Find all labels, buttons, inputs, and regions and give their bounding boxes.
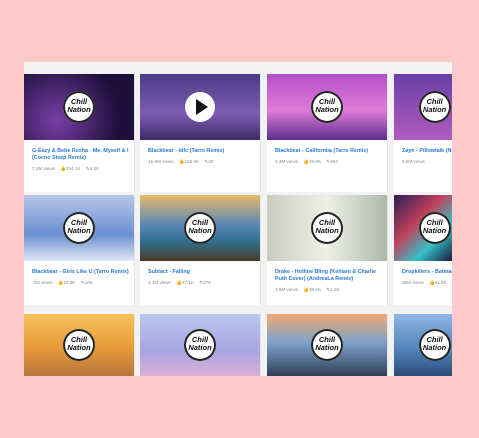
video-stats: 3.3M views 👍25.6K ✎364 xyxy=(275,159,383,165)
chill-nation-logo-icon: Chill Nation xyxy=(63,329,95,361)
chill-nation-logo-icon: Chill Nation xyxy=(63,212,95,244)
chill-nation-logo-icon: Chill Nation xyxy=(63,91,95,123)
video-grid-screen: Chill Nation G-Eazy & Bebe Rexha - Me, My… xyxy=(24,62,452,376)
view-count: 15.6M views xyxy=(148,159,174,164)
video-card[interactable]: Chill Nation Subtact - Falling 3.1M views… xyxy=(140,195,261,305)
video-card[interactable]: Chill Nation Drake - Hotline Bling (Kehla… xyxy=(267,195,388,305)
chill-nation-logo-icon: Chill Nation xyxy=(184,212,216,244)
like-count: 19.9K xyxy=(63,280,76,285)
video-title[interactable]: Drake - Hotline Bling (Kehlani & Charlie… xyxy=(275,269,383,282)
comment-count: 378 xyxy=(203,280,211,285)
video-thumbnail[interactable]: Chill Nation xyxy=(394,314,452,376)
chill-nation-logo-icon: Chill Nation xyxy=(311,91,343,123)
comment-count: 165 xyxy=(84,280,93,285)
video-card[interactable]: Chill Nation xyxy=(267,314,388,376)
video-title[interactable]: Dropkillers - Batman xyxy=(402,269,452,276)
chill-nation-logo-icon: Chill Nation xyxy=(311,329,343,361)
view-count: 6.5M views xyxy=(402,159,425,164)
comment-count: 364 xyxy=(330,159,338,164)
like-count: 254.1K xyxy=(66,166,81,171)
chill-nation-logo-icon: Chill Nation xyxy=(418,91,451,123)
chill-nation-logo-icon: Chill Nation xyxy=(418,329,451,361)
video-stats: .3M views 👍19.9K ✎165 xyxy=(32,280,130,286)
video-card[interactable]: Chill Nation Blackbear - Girls Like U (Ta… xyxy=(24,195,135,305)
video-thumbnail[interactable]: Chill Nation xyxy=(24,314,134,376)
comment-count: 1.2K xyxy=(330,287,340,292)
video-stats: 7.2M views 👍254.1K ✎4.2K xyxy=(32,166,130,172)
video-title[interactable]: Subtact - Falling xyxy=(148,269,256,276)
video-card[interactable]: Chill Nation G-Eazy & Bebe Rexha - Me, My… xyxy=(24,74,135,192)
view-count: 7.2M views xyxy=(32,166,55,171)
video-title[interactable]: Blackbear - Idfc (Tarro Remix) xyxy=(148,148,256,155)
view-count: 4.9M views xyxy=(275,287,298,292)
video-title[interactable]: Zayn - Pillowtalk (Ni xyxy=(402,148,452,155)
like-count: 27.1K xyxy=(182,280,195,285)
like-count: 25.6K xyxy=(309,159,322,164)
video-card[interactable]: Chill Nation Blackbear - Californiia (Tar… xyxy=(267,74,388,192)
video-thumbnail[interactable]: Chill Nation xyxy=(394,195,452,261)
video-thumbnail[interactable]: Chill Nation xyxy=(267,195,387,261)
chill-nation-logo-icon: Chill Nation xyxy=(184,329,216,361)
video-title[interactable]: G-Eazy & Bebe Rexha - Me, Myself & I (Co… xyxy=(32,148,130,161)
video-thumbnail[interactable]: Chill Nation xyxy=(24,74,134,140)
view-count: 35M views xyxy=(402,280,424,285)
video-thumbnail[interactable]: Chill Nation xyxy=(267,74,387,140)
video-stats: 3.1M views 👍27.1K ✎378 xyxy=(148,280,256,286)
view-count: 3.1M views xyxy=(148,280,171,285)
video-thumbnail[interactable] xyxy=(140,74,260,140)
video-stats: 35M views 👍41.5K xyxy=(402,280,448,286)
video-stats: 6.5M views xyxy=(402,159,448,164)
video-stats: 15.6M views 👍166.6K ✎2K xyxy=(148,159,256,165)
video-title[interactable]: Blackbear - Californiia (Tarro Remix) xyxy=(275,148,383,155)
video-thumbnail[interactable]: Chill Nation xyxy=(140,195,260,261)
like-count: 38.2K xyxy=(309,287,322,292)
video-card[interactable]: Chill Nation Dropkillers - Batman 35M vie… xyxy=(394,195,452,305)
video-card[interactable]: Blackbear - Idfc (Tarro Remix) 15.6M vie… xyxy=(140,74,261,192)
comment-count: 4.2K xyxy=(89,166,100,171)
video-stats: 4.9M views 👍38.2K ✎1.2K xyxy=(275,287,383,293)
view-count: .3M views xyxy=(32,280,53,285)
chill-nation-logo-icon: Chill Nation xyxy=(418,212,451,244)
video-thumbnail[interactable]: Chill Nation xyxy=(24,195,134,261)
video-thumbnail[interactable]: Chill Nation xyxy=(267,314,387,376)
video-title[interactable]: Blackbear - Girls Like U (Tarro Remix) xyxy=(32,269,130,276)
video-card[interactable]: Chill Nation xyxy=(140,314,261,376)
play-button-icon[interactable] xyxy=(185,92,215,122)
like-count: 41.5K xyxy=(434,280,447,285)
video-card[interactable]: Chill Nation xyxy=(24,314,135,376)
video-card[interactable]: Chill Nation xyxy=(394,314,452,376)
view-count: 3.3M views xyxy=(275,159,298,164)
comment-count: 2K xyxy=(208,159,214,164)
video-thumbnail[interactable]: Chill Nation xyxy=(394,74,452,140)
like-count: 166.6K xyxy=(184,159,200,164)
chill-nation-logo-icon: Chill Nation xyxy=(311,212,343,244)
video-card[interactable]: Chill Nation Zayn - Pillowtalk (Ni 6.5M v… xyxy=(394,74,452,192)
video-thumbnail[interactable]: Chill Nation xyxy=(140,314,260,376)
